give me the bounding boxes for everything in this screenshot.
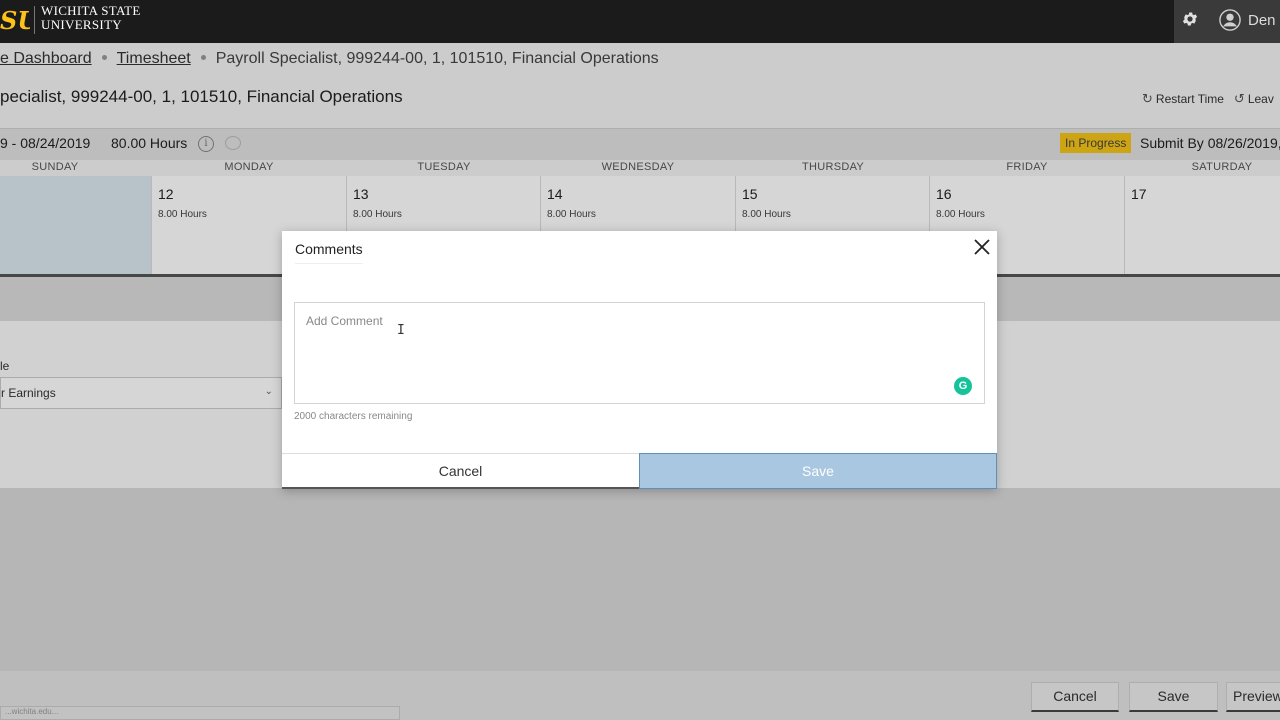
comments-dialog: Comments G 2000 characters remaining Can… xyxy=(282,231,997,489)
grammarly-icon[interactable]: G xyxy=(954,377,972,395)
dialog-save-button[interactable]: Save xyxy=(639,453,997,489)
dialog-cancel-button[interactable]: Cancel xyxy=(282,453,639,489)
gear-icon[interactable] xyxy=(1181,10,1199,28)
top-bar: SU WICHITA STATE UNIVERSITY Den xyxy=(0,0,1280,43)
university-name-line1: WICHITA STATE xyxy=(41,3,141,18)
close-icon[interactable] xyxy=(971,236,993,258)
university-logo[interactable]: SU xyxy=(0,4,30,38)
university-name: WICHITA STATE UNIVERSITY xyxy=(41,4,141,32)
characters-remaining: 2000 characters remaining xyxy=(294,411,413,422)
user-icon[interactable] xyxy=(1219,9,1241,31)
comment-input[interactable] xyxy=(294,302,985,404)
user-name[interactable]: Den xyxy=(1248,12,1276,29)
dialog-title: Comments xyxy=(295,241,363,264)
university-name-line2: UNIVERSITY xyxy=(41,17,122,32)
logo-divider xyxy=(34,6,35,34)
text-cursor-icon: I xyxy=(397,323,405,338)
